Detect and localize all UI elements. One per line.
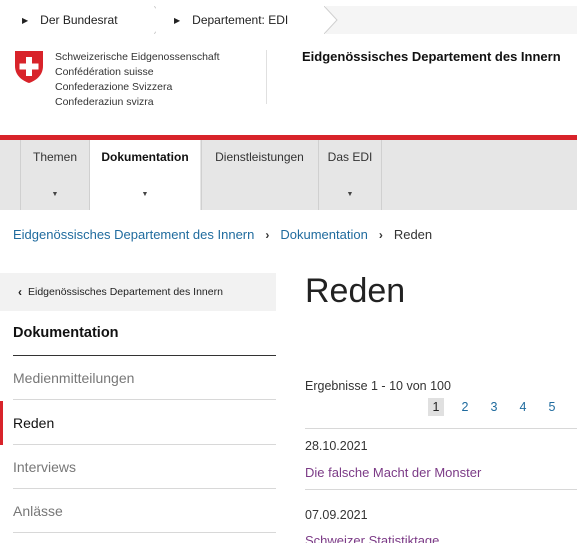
logo-text: Schweizerische Eidgenossenschaft Confédé…	[55, 50, 220, 110]
top-tab-label: Departement: EDI	[192, 13, 289, 27]
results-count: Ergebnisse 1 - 10 von 100	[305, 379, 451, 393]
article-link[interactable]: Schweizer Statistiktage	[305, 533, 439, 543]
tab-chevron-icon	[324, 6, 338, 34]
breadcrumb-link-edi[interactable]: Eidgenössisches Departement des Innern	[13, 227, 254, 242]
page-link-3[interactable]: 3	[486, 398, 502, 416]
nav-item-dokumentation[interactable]: Dokumentation ▼	[90, 140, 200, 210]
page-link-1[interactable]: 1	[428, 398, 444, 416]
nav-separator	[381, 140, 382, 210]
nav-item-label: Dienstleistungen	[215, 150, 304, 164]
page-link-5[interactable]: 5	[544, 398, 560, 416]
chevron-right-icon: ›	[378, 227, 383, 242]
top-tabs: ▶ Der Bundesrat ▶ Departement: EDI	[0, 0, 577, 40]
article-date: 07.09.2021	[305, 508, 368, 522]
list-divider	[305, 428, 577, 429]
breadcrumb: Eidgenössisches Departement des Innern ›…	[13, 227, 432, 242]
nav-item-themen[interactable]: Themen ▼	[21, 140, 89, 210]
sidebar-back-label: Eidgenössisches Departement des Innern	[28, 286, 223, 298]
logo-line-it: Confederazione Svizzera	[55, 81, 173, 93]
sidebar-item-label: Medienmitteilungen	[13, 369, 135, 386]
list-divider	[305, 489, 577, 490]
logo-line-de: Schweizerische Eidgenossenschaft	[55, 51, 220, 63]
federal-logo[interactable]: Schweizerische Eidgenossenschaft Confédé…	[13, 50, 220, 110]
chevron-left-icon: ‹	[18, 285, 22, 299]
breadcrumb-link-dokumentation[interactable]: Dokumentation	[280, 227, 367, 242]
nav-item-dienstleistungen[interactable]: Dienstleistungen	[202, 140, 317, 210]
header-divider	[266, 50, 267, 104]
page-link-4[interactable]: 4	[515, 398, 531, 416]
department-title: Eidgenössisches Departement des Innern	[302, 49, 561, 64]
caret-down-icon: ▼	[141, 191, 149, 198]
nav-item-label: Dokumentation	[101, 150, 189, 164]
swiss-coat-of-arms-icon	[15, 51, 43, 83]
article-date: 28.10.2021	[305, 439, 368, 453]
triangle-right-icon: ▶	[22, 15, 29, 25]
breadcrumb-current: Reden	[393, 227, 433, 242]
nav-item-das-edi[interactable]: Das EDI ▼	[319, 140, 381, 210]
logo-line-fr: Confédération suisse	[55, 66, 154, 78]
sidebar-heading[interactable]: Dokumentation	[13, 325, 119, 341]
top-tab-departement[interactable]: ▶ Departement: EDI	[156, 6, 338, 34]
logo-line-rm: Confederaziun svizra	[55, 96, 154, 108]
sidebar-item-label: Anlässe	[13, 502, 63, 519]
sidebar-item-anlaesse[interactable]: Anlässe	[13, 489, 276, 533]
sidebar-item-medienmitteilungen[interactable]: Medienmitteilungen	[13, 356, 276, 400]
article-link[interactable]: Die falsche Macht der Monster	[305, 465, 481, 480]
page-title: Reden	[305, 272, 406, 310]
active-indicator	[0, 401, 3, 445]
main-nav: Themen ▼ Dokumentation ▼ Dienstleistunge…	[0, 140, 577, 210]
pagination: 1 2 3 4 5	[428, 398, 573, 416]
nav-item-label: Das EDI	[327, 150, 373, 164]
caret-down-icon: ▼	[346, 191, 354, 198]
caret-down-icon: ▼	[51, 191, 59, 198]
page-link-2[interactable]: 2	[457, 398, 473, 416]
sidebar-back-link[interactable]: ‹ Eidgenössisches Departement des Innern	[0, 273, 276, 311]
sidebar-item-label: Reden	[13, 414, 55, 431]
top-tab-bundesrat[interactable]: ▶ Der Bundesrat	[0, 6, 168, 34]
sidebar-item-interviews[interactable]: Interviews	[13, 445, 276, 489]
chevron-right-icon: ›	[265, 227, 270, 242]
top-tab-label: Der Bundesrat	[40, 13, 118, 27]
sidebar-item-label: Interviews	[13, 458, 77, 475]
sidebar-item-reden[interactable]: Reden	[13, 401, 276, 445]
triangle-right-icon: ▶	[174, 15, 181, 25]
nav-item-label: Themen	[32, 150, 78, 164]
